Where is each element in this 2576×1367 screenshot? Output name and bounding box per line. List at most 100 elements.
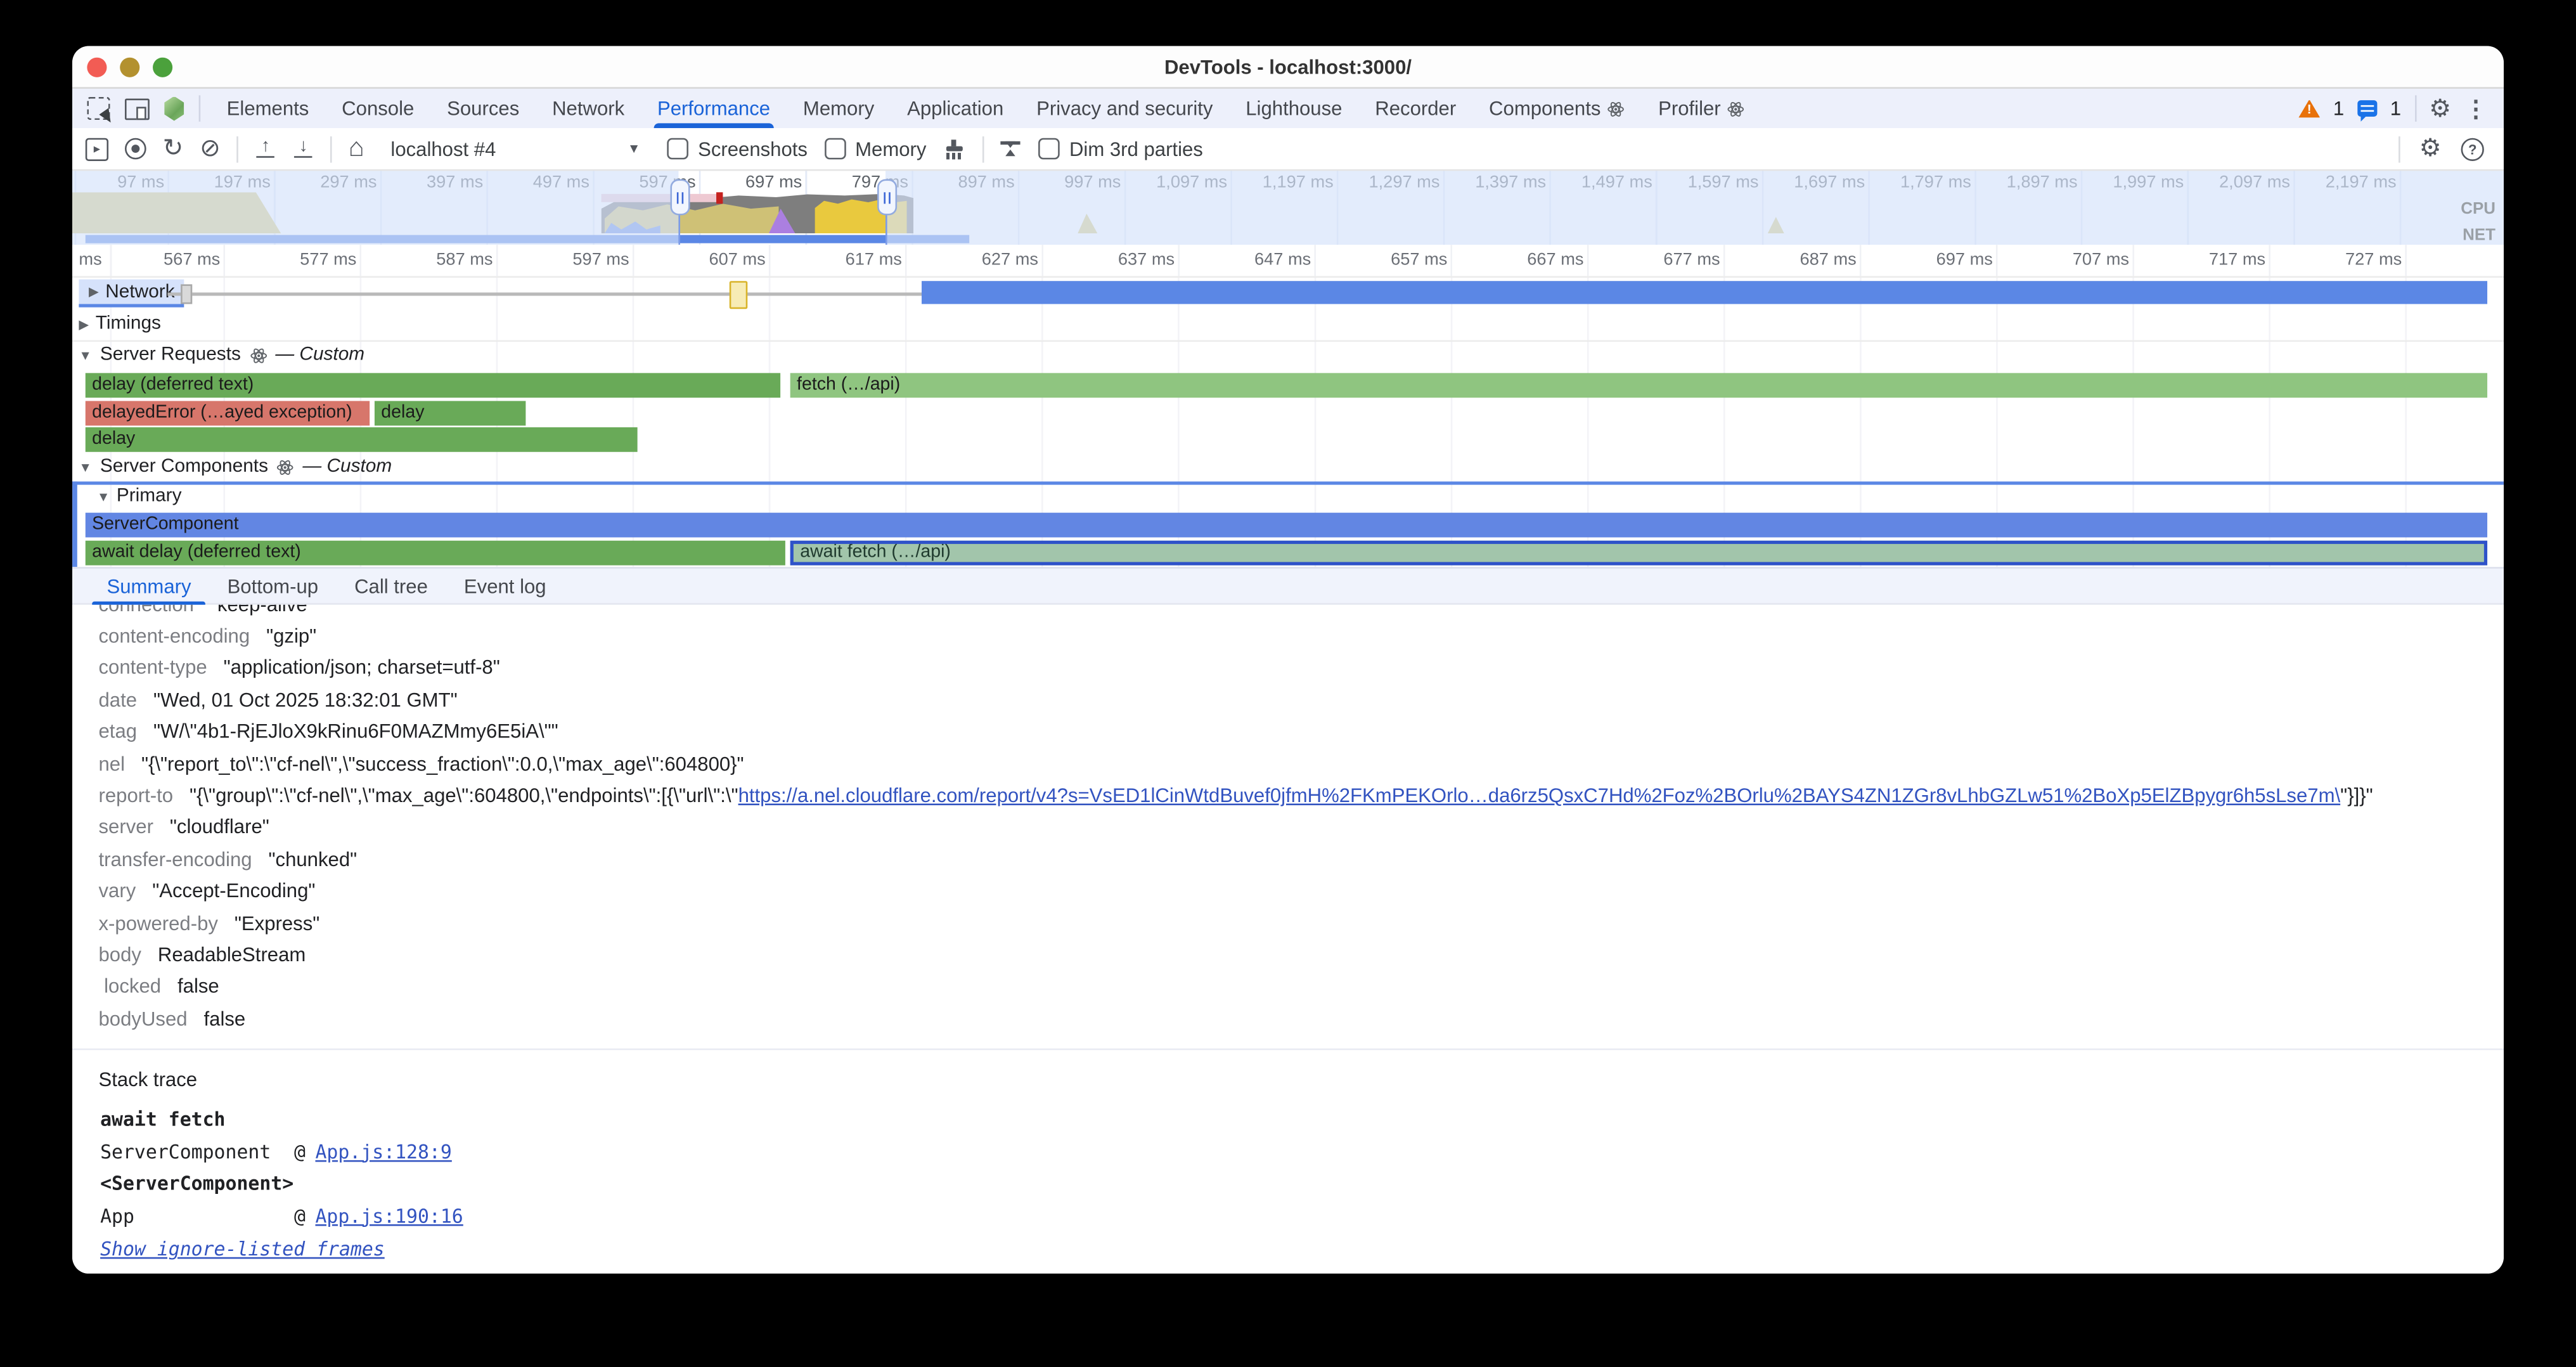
capture-settings-icon[interactable]: ⚙: [2419, 136, 2442, 161]
main-tab-label: Sources: [447, 97, 519, 120]
minimize-window-button[interactable]: [120, 58, 139, 77]
timeline-overview[interactable]: 97 ms197 ms297 ms397 ms497 ms597 ms697 m…: [72, 171, 2504, 245]
screenshots-checkbox[interactable]: Screenshots: [667, 137, 808, 160]
record-button[interactable]: [125, 138, 146, 160]
header-row: vary "Accept-Encoding": [99, 875, 2504, 907]
disclosure-triangle-icon[interactable]: ▼: [79, 347, 92, 362]
warning-count[interactable]: 1: [2333, 97, 2344, 120]
stack-frame-source-link[interactable]: App.js:190:16: [315, 1204, 463, 1227]
collapse-flame-icon[interactable]: [1000, 141, 1022, 156]
track-header-server-requests[interactable]: ▼ Server Requests — Custom: [79, 345, 364, 365]
server-components-primary-group: ▼ Primary ServerComponent await delay (d…: [72, 481, 2504, 567]
ruler-tick-label: 597 ms: [514, 250, 629, 269]
messages-icon[interactable]: [2357, 100, 2377, 117]
overview-tick-label: 697 ms: [704, 172, 802, 192]
stack-frame-source-link[interactable]: App.js:128:9: [315, 1140, 451, 1163]
download-profile-icon[interactable]: ↓: [293, 139, 314, 158]
disclosure-triangle-icon[interactable]: ▶: [89, 284, 99, 299]
device-toolbar-icon[interactable]: [125, 98, 150, 119]
stack-trace-frames: await fetch ServerComponent @ App.js:128…: [72, 1103, 2504, 1264]
track-header-server-components[interactable]: ▼ Server Components — Custom: [79, 457, 392, 477]
disclosure-triangle-icon[interactable]: ▼: [97, 489, 110, 503]
timeline-ruler[interactable]: ms 567 ms577 ms587 ms597 ms607 ms617 ms6…: [72, 245, 2504, 278]
more-options-icon[interactable]: ⋮: [2464, 97, 2487, 120]
ruler-tick-label: 617 ms: [787, 250, 901, 269]
home-icon[interactable]: ⌂: [349, 136, 364, 162]
flame-bar-delayed-error[interactable]: delayedError (…ayed exception): [86, 400, 370, 425]
details-tab[interactable]: Summary: [89, 567, 209, 605]
track-header-primary[interactable]: ▼ Primary: [97, 486, 182, 506]
flame-bar-fetch-api[interactable]: fetch (…/api): [790, 373, 2487, 398]
main-tabs: Elements Console: [210, 89, 1762, 128]
message-count[interactable]: 1: [2390, 97, 2401, 120]
details-tab[interactable]: Call tree: [337, 567, 446, 605]
header-key: server: [99, 816, 153, 839]
clear-recording-icon[interactable]: ⊘: [200, 136, 221, 161]
header-row: content-type "application/json; charset=…: [99, 652, 2504, 684]
header-row: locked false: [99, 971, 2504, 1002]
main-tab[interactable]: Network: [536, 89, 641, 128]
show-ignore-listed-frames-link[interactable]: Show ignore-listed frames: [100, 1238, 385, 1260]
performance-toolbar: ▸ ↻ ⊘ ↑ ↓ ⌂ localhost #4 ▼ Screenshots M…: [72, 128, 2504, 171]
network-request-bar[interactable]: [922, 281, 2487, 304]
main-tab[interactable]: Elements: [210, 89, 326, 128]
flame-bar-delay-deferred[interactable]: delay (deferred text): [86, 373, 780, 398]
react-devtools-icon[interactable]: [164, 96, 184, 121]
memory-checkbox[interactable]: Memory: [824, 137, 927, 160]
react-atom-icon: [1727, 100, 1746, 118]
header-row: etag "W/\"4b1-RjEJloX9kRinu6F0MAZMmy6E5i…: [99, 716, 2504, 748]
reload-and-record-icon[interactable]: ↻: [163, 136, 184, 161]
checkbox[interactable]: [824, 138, 846, 160]
track-label: Timings: [96, 314, 161, 334]
flame-bar-delay[interactable]: delay: [375, 400, 525, 425]
main-tab[interactable]: Lighthouse: [1229, 89, 1358, 128]
collect-garbage-icon[interactable]: [943, 139, 965, 159]
stack-frame-at: @: [294, 1204, 306, 1227]
main-tab[interactable]: Privacy and security: [1020, 89, 1229, 128]
track-header-timings[interactable]: ▶ Timings: [79, 314, 161, 334]
close-window-button[interactable]: [87, 58, 106, 77]
selection-handle-right[interactable]: [877, 179, 897, 216]
help-icon[interactable]: ?: [2461, 137, 2484, 160]
flame-bar-server-component[interactable]: ServerComponent: [86, 513, 2487, 538]
header-key: body: [99, 943, 141, 966]
divider: [72, 1049, 2504, 1051]
flame-bar-await-delay[interactable]: await delay (deferred text): [86, 540, 785, 564]
main-tab[interactable]: Console: [325, 89, 430, 128]
main-tab[interactable]: Sources: [430, 89, 536, 128]
disclosure-triangle-icon[interactable]: ▼: [79, 459, 92, 474]
network-request-block[interactable]: [730, 280, 748, 308]
summary-pane[interactable]: connection "keep-alive" content-encoding…: [72, 605, 2504, 1274]
details-tab[interactable]: Event log: [446, 567, 564, 605]
inspect-element-icon[interactable]: [87, 97, 110, 120]
network-request-marker[interactable]: [181, 284, 192, 304]
flame-chart-tracks[interactable]: ▶ Network ▶ Timings ▼ Server Requests: [72, 278, 2504, 567]
toggle-sidebar-icon[interactable]: ▸: [86, 137, 108, 160]
flame-bar-delay[interactable]: delay: [86, 427, 638, 452]
dim-3rd-parties-checkbox[interactable]: Dim 3rd parties: [1038, 137, 1203, 160]
main-tab[interactable]: Profiler: [1642, 89, 1761, 128]
flame-bar-await-fetch-selected[interactable]: await fetch (…/api): [790, 540, 2487, 564]
network-request-line: [167, 292, 923, 295]
selection-handle-left[interactable]: [670, 179, 690, 216]
upload-profile-icon[interactable]: ↑: [255, 139, 276, 158]
main-tab[interactable]: Application: [891, 89, 1020, 128]
checkbox[interactable]: [1038, 138, 1060, 160]
header-value-link[interactable]: https://a.nel.cloudflare.com/report/v4?s…: [738, 784, 2341, 807]
session-selector[interactable]: localhost #4 ▼: [381, 133, 650, 165]
main-tab[interactable]: Recorder: [1358, 89, 1472, 128]
zoom-window-button[interactable]: [153, 58, 172, 77]
main-tab[interactable]: Performance: [641, 89, 787, 128]
ruler-tick-label: 567 ms: [105, 250, 220, 269]
checkbox[interactable]: [667, 138, 688, 160]
settings-icon[interactable]: ⚙: [2429, 96, 2451, 121]
warning-icon[interactable]: [2298, 100, 2320, 118]
main-tab[interactable]: Components: [1472, 89, 1642, 128]
main-tab[interactable]: Memory: [787, 89, 891, 128]
details-tab[interactable]: Bottom-up: [209, 567, 337, 605]
custom-track-suffix: — Custom: [275, 345, 364, 365]
react-atom-icon: [249, 346, 267, 365]
main-tab-label: Recorder: [1375, 97, 1456, 120]
tab-strip-right: 1 1 ⚙ ⋮: [2298, 95, 2504, 121]
disclosure-triangle-icon[interactable]: ▶: [79, 316, 89, 331]
